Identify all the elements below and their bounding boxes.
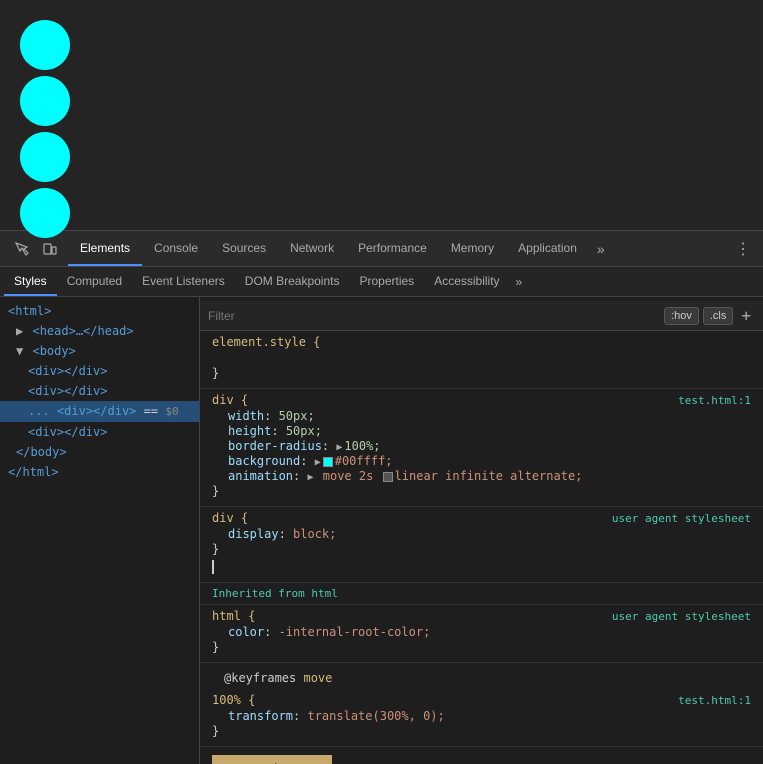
box-model-visual: margin – xyxy=(212,755,332,764)
element-style-empty xyxy=(212,351,751,365)
devtools-tabs: Elements Console Sources Network Perform… xyxy=(68,231,727,266)
keyframes-100-selector: 100% { test.html:1 xyxy=(212,693,751,707)
tree-item-body[interactable]: ▼ <body> xyxy=(0,341,199,361)
devtools-subtabs: Styles Computed Event Listeners DOM Brea… xyxy=(0,267,763,297)
webpage-preview xyxy=(0,0,763,230)
keyframes-label: @keyframes move xyxy=(212,667,751,689)
div-ua-selector: div { user agent stylesheet xyxy=(212,511,751,525)
tree-item-body-close[interactable]: </body> xyxy=(0,442,199,462)
div-useragent-block: div { user agent stylesheet display: blo… xyxy=(200,507,763,583)
html-ua-close: } xyxy=(212,640,751,654)
tree-item-div4[interactable]: <div></div> xyxy=(0,422,199,442)
subtab-properties[interactable]: Properties xyxy=(349,267,424,296)
div-width: width: 50px; xyxy=(212,409,751,423)
div-background: background: ▶#00ffff; xyxy=(212,454,751,468)
circle-4 xyxy=(20,188,70,238)
html-ua-source: user agent stylesheet xyxy=(612,610,751,623)
filter-input[interactable] xyxy=(208,309,658,323)
tree-item-div1[interactable]: <div></div> xyxy=(0,361,199,381)
div-source[interactable]: test.html:1 xyxy=(678,394,751,407)
tree-item-head[interactable]: ▶ <head>…</head> xyxy=(0,321,199,341)
arrow-body: ▼ xyxy=(16,344,23,358)
subtab-accessibility[interactable]: Accessibility xyxy=(424,267,509,296)
filter-bar: :hov .cls + xyxy=(200,301,763,331)
cursor-area xyxy=(212,556,751,574)
box-model-area: margin – xyxy=(200,747,763,764)
inherited-label: Inherited from html xyxy=(200,583,763,605)
devtools-main-content: <html> ▶ <head>…</head> ▼ <body> <div></… xyxy=(0,297,763,764)
styles-panel[interactable]: :hov .cls + element.style { } div { xyxy=(200,297,763,764)
tab-application[interactable]: Application xyxy=(506,231,589,266)
circle-3 xyxy=(20,132,70,182)
elements-panel[interactable]: <html> ▶ <head>…</head> ▼ <body> <div></… xyxy=(0,297,200,764)
tree-item-html[interactable]: <html> xyxy=(0,301,199,321)
circle-2 xyxy=(20,76,70,126)
animation-checkbox[interactable] xyxy=(383,472,393,482)
div-ua-source: user agent stylesheet xyxy=(612,512,751,525)
add-style-button[interactable]: + xyxy=(737,306,755,325)
tab-sources[interactable]: Sources xyxy=(210,231,278,266)
keyframes-transform: transform: translate(300%, 0); xyxy=(212,709,751,723)
keyframes-close: } xyxy=(212,724,751,738)
subtab-overflow-button[interactable]: » xyxy=(510,275,529,289)
tree-item-div3-selected[interactable]: ... <div></div> == $0 xyxy=(0,401,199,422)
subtab-computed[interactable]: Computed xyxy=(57,267,132,296)
circle-1 xyxy=(20,20,70,70)
div-border-radius: border-radius: ▶100%; xyxy=(212,439,751,453)
devtools-more-button[interactable]: ⋮ xyxy=(727,239,759,259)
subtab-styles[interactable]: Styles xyxy=(4,267,57,296)
tab-memory[interactable]: Memory xyxy=(439,231,506,266)
keyframes-header-block: @keyframes move 100% { test.html:1 trans… xyxy=(200,663,763,747)
element-style-close: } xyxy=(212,366,751,380)
element-style-block: element.style { } xyxy=(200,331,763,389)
keyframes-source[interactable]: test.html:1 xyxy=(678,694,751,707)
div-selector: div { test.html:1 xyxy=(212,393,751,407)
hov-button[interactable]: :hov xyxy=(664,307,699,325)
circles-container xyxy=(10,10,80,248)
div-height: height: 50px; xyxy=(212,424,751,438)
devtools-toolbar: Elements Console Sources Network Perform… xyxy=(0,231,763,267)
text-cursor xyxy=(212,560,214,574)
html-color: color: -internal-root-color; xyxy=(212,625,751,639)
tree-item-div2[interactable]: <div></div> xyxy=(0,381,199,401)
div-style-block: div { test.html:1 width: 50px; height: 5… xyxy=(200,389,763,507)
color-swatch[interactable] xyxy=(323,457,333,467)
tab-console[interactable]: Console xyxy=(142,231,210,266)
tab-network[interactable]: Network xyxy=(278,231,346,266)
devtools-panel: Elements Console Sources Network Perform… xyxy=(0,230,763,764)
div-ua-close: } xyxy=(212,542,751,556)
filter-buttons: :hov .cls + xyxy=(664,306,755,325)
subtab-dom-breakpoints[interactable]: DOM Breakpoints xyxy=(235,267,350,296)
tree-item-html-close[interactable]: </html> xyxy=(0,462,199,482)
element-style-selector: element.style { xyxy=(212,335,751,349)
html-ua-selector: html { user agent stylesheet xyxy=(212,609,751,623)
arrow-head: ▶ xyxy=(16,324,23,338)
html-useragent-block: html { user agent stylesheet color: -int… xyxy=(200,605,763,663)
div-ua-display: display: block; xyxy=(212,527,751,541)
bg-triangle-icon: ▶ xyxy=(315,457,321,468)
triangle-icon: ▶ xyxy=(336,442,342,453)
tab-performance[interactable]: Performance xyxy=(346,231,439,266)
subtab-event-listeners[interactable]: Event Listeners xyxy=(132,267,235,296)
div-close: } xyxy=(212,484,751,498)
anim-triangle-icon: ▶ xyxy=(307,472,313,483)
tab-overflow-button[interactable]: » xyxy=(589,241,613,257)
cls-button[interactable]: .cls xyxy=(703,307,734,325)
div-animation: animation: ▶ move 2s linear infinite alt… xyxy=(212,469,751,483)
